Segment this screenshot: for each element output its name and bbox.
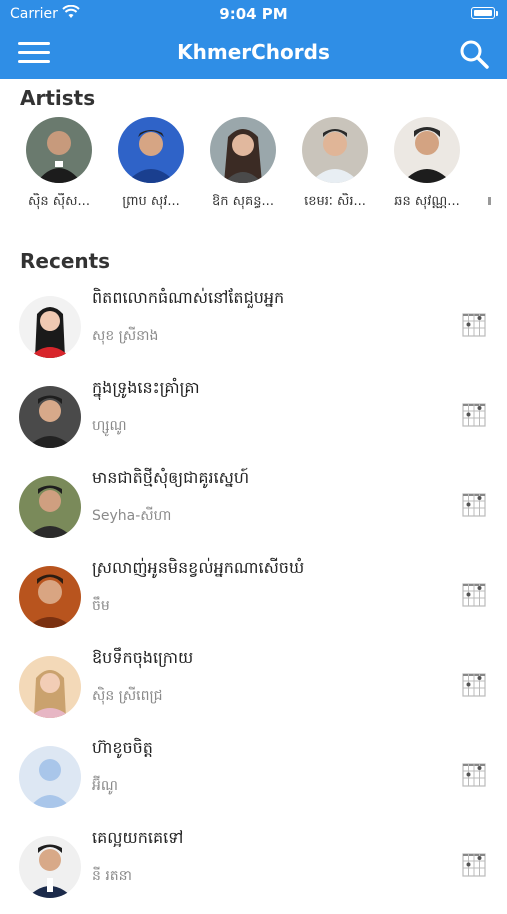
song-title: មានជាតិថ្មីសុំឲ្យជាគូរស្នេហ៍ xyxy=(92,468,250,487)
artist-item[interactable]: ខេមរៈ សិរ... xyxy=(290,117,380,212)
artist-item[interactable]: ព្រាប សុវ... xyxy=(106,117,196,212)
avatar xyxy=(118,117,184,183)
guitar-chord-icon[interactable] xyxy=(460,308,488,340)
artists-carousel[interactable]: ស៊ិន ស៊ីស... ព្រាប សុវ... ឱក សុគន្ធ... ខ… xyxy=(0,117,507,217)
song-artist: សុខ ស្រីនាង xyxy=(92,328,159,344)
avatar xyxy=(19,746,81,808)
list-item[interactable]: ក្នុងទ្រូងនេះគ្រាំគ្រា ហ្សូណូ xyxy=(0,374,507,464)
guitar-chord-icon[interactable] xyxy=(460,488,488,520)
song-artist: ស៊ិន ស្រីពេជ្រ xyxy=(92,688,163,704)
artist-item[interactable]: ឆន សុវណ្ណ... xyxy=(382,117,472,212)
list-item[interactable]: ស្រលាញ់អូនមិនខ្វល់អ្នកណាសើចឃំ ចឹម xyxy=(0,554,507,644)
battery-icon xyxy=(471,7,495,19)
song-title: ស្រលាញ់អូនមិនខ្វល់អ្នកណាសើចឃំ xyxy=(92,558,305,577)
search-icon[interactable] xyxy=(458,38,490,70)
battery-tip xyxy=(496,11,498,16)
list-item[interactable]: ពិតពលោកធំណាស់នៅតែជួបអ្នក សុខ ស្រីនាង xyxy=(0,284,507,374)
app-title: KhmerChords xyxy=(177,40,330,64)
artists-section-title: Artists xyxy=(20,86,96,110)
artist-name: ខេមរៈ សិរ... xyxy=(304,194,366,209)
carousel-overflow-indicator xyxy=(488,197,491,205)
avatar xyxy=(302,117,368,183)
song-artist: ចឹម xyxy=(92,598,110,614)
avatar xyxy=(210,117,276,183)
song-artist: Seyha-សីហា xyxy=(92,508,172,524)
status-time: 9:04 PM xyxy=(219,5,288,23)
artist-name: ស៊ិន ស៊ីស... xyxy=(28,194,90,209)
list-item[interactable]: ឱបទឹកចុងក្រោយ ស៊ិន ស្រីពេជ្រ xyxy=(0,644,507,734)
avatar xyxy=(19,476,81,538)
artist-name: ឆន សុវណ្ណ... xyxy=(394,194,460,209)
song-title: គេល្អយកគេទៅ xyxy=(92,828,184,847)
artist-name: ឱក សុគន្ធ... xyxy=(212,194,274,209)
status-bar: Carrier 9:04 PM xyxy=(0,0,507,30)
song-title: ហ៊ាខូចចិត្ត xyxy=(92,738,153,757)
artist-item[interactable]: ឱក សុគន្ធ... xyxy=(198,117,288,212)
song-artist: នី រតនា xyxy=(92,868,132,884)
song-title: ពិតពលោកធំណាស់នៅតែជួបអ្នក xyxy=(92,288,285,307)
guitar-chord-icon[interactable] xyxy=(460,578,488,610)
guitar-chord-icon[interactable] xyxy=(460,398,488,430)
recents-section-title: Recents xyxy=(20,249,111,273)
avatar xyxy=(19,296,81,358)
song-artist: អ៊ីណូ xyxy=(92,778,118,794)
list-item[interactable]: ហ៊ាខូចចិត្ត អ៊ីណូ xyxy=(0,734,507,824)
guitar-chord-icon[interactable] xyxy=(460,848,488,880)
avatar xyxy=(19,566,81,628)
avatar xyxy=(19,386,81,448)
list-item[interactable]: មានជាតិថ្មីសុំឲ្យជាគូរស្នេហ៍ Seyha-សីហា xyxy=(0,464,507,554)
guitar-chord-icon[interactable] xyxy=(460,668,488,700)
artist-name: ព្រាប សុវ... xyxy=(122,194,180,209)
avatar xyxy=(26,117,92,183)
avatar xyxy=(394,117,460,183)
artist-item[interactable]: ស៊ិន ស៊ីស... xyxy=(14,117,104,212)
app-header: Carrier 9:04 PM KhmerChords xyxy=(0,0,507,79)
song-artist: ហ្សូណូ xyxy=(92,418,127,434)
song-title: ឱបទឹកចុងក្រោយ xyxy=(92,648,194,667)
avatar xyxy=(19,836,81,898)
guitar-chord-icon[interactable] xyxy=(460,758,488,790)
list-item[interactable]: គេល្អយកគេទៅ នី រតនា xyxy=(0,824,507,914)
song-title: ក្នុងទ្រូងនេះគ្រាំគ្រា xyxy=(92,378,200,397)
avatar xyxy=(19,656,81,718)
